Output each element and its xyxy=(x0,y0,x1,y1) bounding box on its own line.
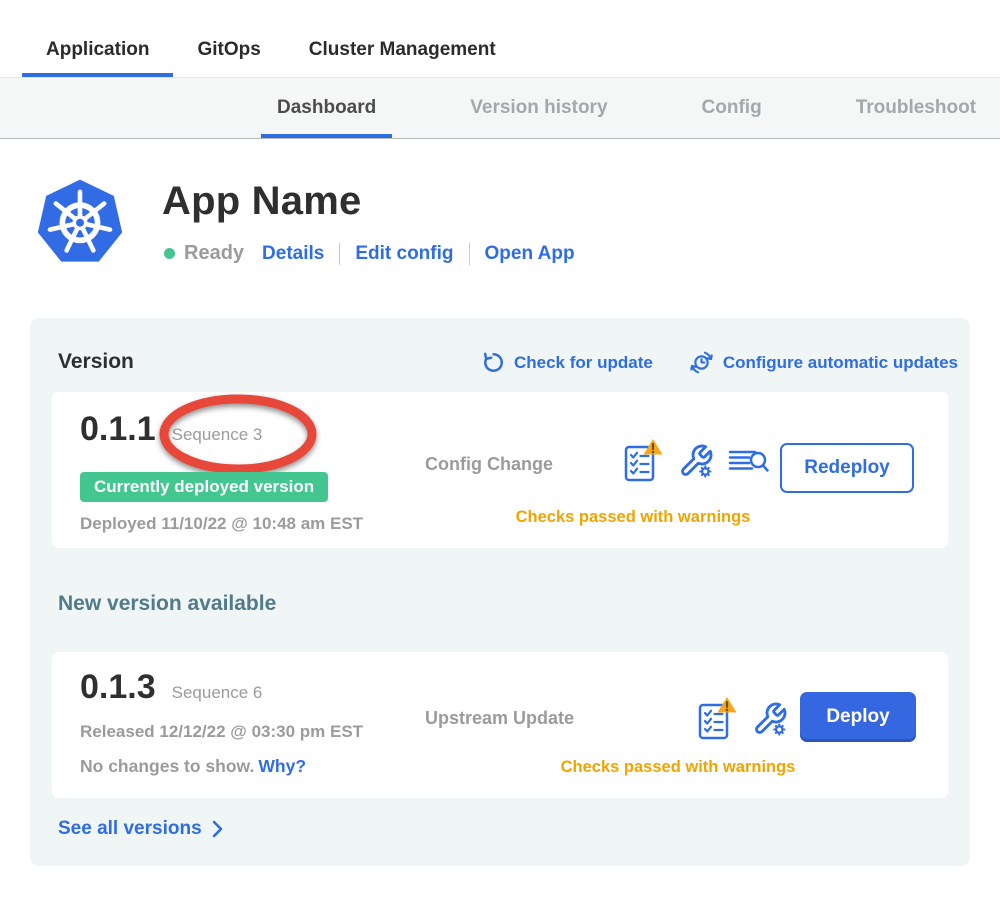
gear-icon xyxy=(774,724,784,734)
top-nav-item-application[interactable]: Application xyxy=(22,39,173,77)
deployed-timestamp: Deployed 11/10/22 @ 10:48 am EST xyxy=(80,514,363,534)
no-changes-text: No changes to show.Why? xyxy=(80,756,306,777)
top-nav-item-gitops[interactable]: GitOps xyxy=(173,39,284,77)
tab-troubleshoot[interactable]: Troubleshoot xyxy=(840,97,992,138)
tab-config[interactable]: Config xyxy=(686,97,778,138)
available-checks-status: Checks passed with warnings xyxy=(518,758,838,777)
version-panel-actions: Check for update Configure automatic upd… xyxy=(482,350,958,375)
available-version-sequence: Sequence 6 xyxy=(172,683,263,703)
edit-config-wrench-icon[interactable] xyxy=(678,443,714,479)
why-link[interactable]: Why? xyxy=(258,756,306,776)
top-nav: Application GitOps Cluster Management xyxy=(0,0,1000,77)
released-timestamp: Released 12/12/22 @ 03:30 pm EST xyxy=(80,722,363,742)
top-nav-item-cluster-management[interactable]: Cluster Management xyxy=(285,39,520,77)
no-changes-label: No changes to show. xyxy=(80,756,254,776)
status-badge: Ready xyxy=(184,242,244,265)
current-version-card: 0.1.1 Sequence 3 Currently deployed vers… xyxy=(52,392,948,548)
current-checks-status: Checks passed with warnings xyxy=(488,508,778,527)
see-all-versions-label: See all versions xyxy=(58,818,202,840)
new-version-available-heading: New version available xyxy=(58,592,276,616)
current-version-row: 0.1.1 Sequence 3 xyxy=(80,410,262,449)
tab-version-history[interactable]: Version history xyxy=(454,97,623,138)
currently-deployed-badge: Currently deployed version xyxy=(80,472,328,502)
available-version-source: Upstream Update xyxy=(425,708,574,729)
preflight-checks-icon[interactable] xyxy=(696,696,738,742)
app-status-row: Ready Details Edit config Open App xyxy=(164,242,575,265)
kubernetes-logo-icon xyxy=(36,177,124,265)
divider xyxy=(469,243,470,265)
status-ready-dot-icon xyxy=(164,248,175,259)
available-version-action-icons xyxy=(696,696,788,742)
tab-dashboard[interactable]: Dashboard xyxy=(261,97,392,138)
gear-icon xyxy=(700,466,710,476)
available-version-number: 0.1.3 xyxy=(80,668,156,707)
edit-config-link[interactable]: Edit config xyxy=(355,243,453,265)
check-for-update-link[interactable]: Check for update xyxy=(482,350,653,375)
open-app-link[interactable]: Open App xyxy=(485,243,575,265)
current-version-source: Config Change xyxy=(425,454,553,475)
schedule-update-icon xyxy=(689,350,714,375)
check-for-update-label: Check for update xyxy=(514,353,653,373)
divider xyxy=(339,243,340,265)
version-panel: Version Check for update Configure autom… xyxy=(30,318,970,866)
view-diff-logs-icon[interactable] xyxy=(728,446,770,476)
see-all-versions-link[interactable]: See all versions xyxy=(58,818,224,840)
version-panel-title: Version xyxy=(58,350,134,374)
current-version-number: 0.1.1 xyxy=(80,410,156,449)
deploy-button[interactable]: Deploy xyxy=(800,692,916,742)
preflight-checks-icon[interactable] xyxy=(622,438,664,484)
redeploy-button[interactable]: Redeploy xyxy=(780,443,914,493)
chevron-right-icon xyxy=(211,819,224,839)
available-version-card: 0.1.3 Sequence 6 Released 12/12/22 @ 03:… xyxy=(52,652,948,798)
page-title: App Name xyxy=(162,179,361,224)
current-version-sequence: Sequence 3 xyxy=(172,425,263,445)
available-version-row: 0.1.3 Sequence 6 xyxy=(80,668,262,707)
current-version-action-icons xyxy=(622,438,770,484)
refresh-icon xyxy=(482,351,505,374)
details-link[interactable]: Details xyxy=(262,243,324,265)
sub-nav: Dashboard Version history Config Trouble… xyxy=(0,77,1000,139)
app-header: App Name Ready Details Edit config Open … xyxy=(0,139,1000,317)
configure-automatic-updates-label: Configure automatic updates xyxy=(723,353,958,373)
configure-automatic-updates-link[interactable]: Configure automatic updates xyxy=(689,350,958,375)
edit-config-wrench-icon[interactable] xyxy=(752,701,788,737)
